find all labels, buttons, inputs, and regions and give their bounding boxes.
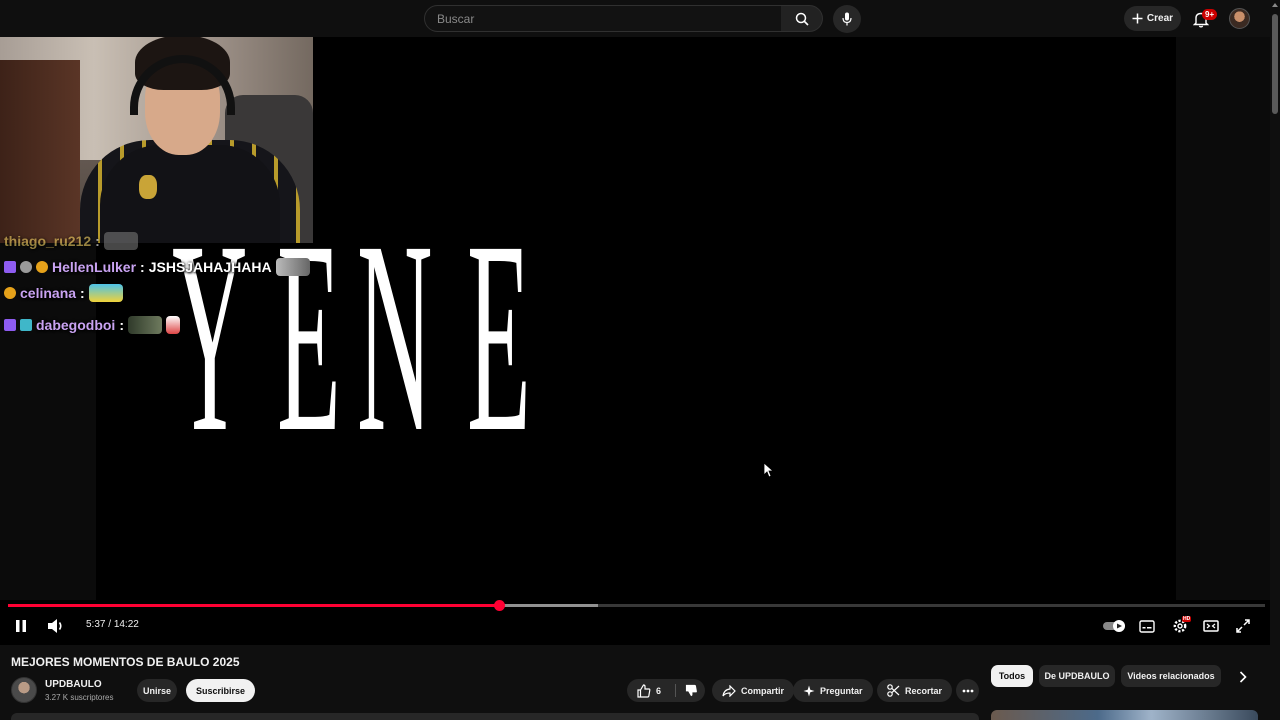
chat-message: dabegodboi : — [4, 316, 180, 334]
autoplay-toggle[interactable] — [1103, 618, 1127, 634]
chat-text: JSHSJAHAJHAHA — [148, 259, 272, 275]
more-actions-button[interactable] — [956, 679, 979, 702]
webcam-door — [0, 60, 80, 243]
progress-played — [8, 604, 500, 607]
chip-from-channel[interactable]: De UPDBAULO — [1039, 665, 1115, 687]
microphone-icon — [842, 12, 852, 26]
ask-label: Preguntar — [820, 685, 863, 696]
emote-icon — [103, 232, 138, 250]
video-title: MEJORES MOMENTOS DE BAULO 2025 — [11, 655, 240, 669]
related-video-thumbnail[interactable] — [991, 710, 1258, 720]
hd-badge: HD — [1182, 616, 1192, 622]
pause-button[interactable] — [12, 617, 30, 635]
voice-search-button[interactable] — [833, 5, 861, 33]
channel-avatar[interactable] — [11, 677, 37, 703]
gift-badge-icon — [20, 261, 32, 273]
tier-badge-icon — [20, 319, 32, 331]
dislike-button[interactable] — [677, 679, 705, 702]
subtitles-button[interactable] — [1138, 618, 1156, 634]
emote-icon — [128, 316, 162, 334]
like-count: 6 — [655, 685, 661, 696]
mouse-cursor-icon — [764, 463, 774, 477]
search-input[interactable] — [437, 6, 767, 31]
scrollbar-thumb[interactable] — [1272, 14, 1278, 114]
sub-badge-icon — [4, 261, 16, 273]
webcam-person-torso — [100, 145, 280, 243]
description-box[interactable] — [11, 713, 979, 720]
create-button[interactable]: Crear — [1124, 6, 1181, 31]
chat-username: HellenLulker — [52, 259, 137, 275]
emote-icon — [275, 258, 310, 276]
subtitles-icon — [1139, 619, 1155, 633]
share-label: Compartir — [741, 685, 785, 696]
like-divider — [675, 684, 676, 697]
chat-username: celinana — [20, 285, 77, 301]
emote-icon — [166, 316, 180, 334]
settings-button[interactable]: HD — [1170, 616, 1192, 636]
chat-username: thiago_ru212 — [4, 233, 92, 249]
subscriber-count: 3.27 K suscriptores — [45, 693, 114, 702]
chat-message: thiago_ru212 : — [4, 232, 138, 250]
fullscreen-button[interactable] — [1234, 617, 1252, 635]
thumbs-down-icon — [685, 684, 697, 697]
overlay-letter: N — [357, 185, 433, 489]
time-separator: / — [105, 619, 114, 630]
sub-badge-icon — [4, 319, 16, 331]
progress-bar[interactable] — [8, 600, 1265, 611]
video-player[interactable]: Y E N E thiago_ru212 : HellenLulker : JS… — [0, 0, 1280, 645]
progress-scrubber[interactable] — [494, 600, 506, 611]
chat-separator: : — [119, 317, 124, 333]
search-button[interactable] — [781, 5, 823, 32]
channel-name[interactable]: UPDBAULO — [45, 679, 102, 690]
share-icon — [722, 684, 736, 697]
emote-icon — [88, 284, 123, 302]
chips-next-button[interactable] — [1233, 667, 1253, 687]
chat-separator: : — [140, 259, 145, 275]
more-horizontal-icon — [962, 689, 973, 692]
chip-related[interactable]: Videos relacionados — [1121, 665, 1221, 687]
chat-message: HellenLulker : JSHSJAHAJHAHA — [4, 258, 310, 276]
chat-separator: : — [80, 285, 85, 301]
time-current: 5:37 — [86, 619, 106, 630]
overlay-letter: E — [467, 185, 531, 489]
plus-icon — [1132, 13, 1143, 24]
like-dislike-group: 6 — [627, 679, 705, 702]
expand-icon — [1236, 619, 1250, 633]
theater-mode-icon — [1203, 620, 1219, 632]
share-button[interactable]: Compartir — [712, 679, 795, 702]
subscribe-button[interactable]: Suscribirse — [186, 679, 255, 702]
chat-message: celinana : — [4, 284, 123, 302]
thumbs-up-icon — [637, 683, 651, 698]
level-badge-icon — [36, 261, 48, 273]
time-display: 5:37 / 14:22 — [86, 619, 139, 630]
search-icon — [795, 12, 809, 26]
level-badge-icon — [4, 287, 16, 299]
notifications-badge: 9+ — [1202, 9, 1218, 20]
like-button[interactable]: 6 — [627, 679, 671, 702]
create-label: Crear — [1146, 13, 1174, 24]
theater-mode-button[interactable] — [1202, 618, 1220, 634]
search-box[interactable] — [424, 5, 782, 32]
clip-label: Recortar — [905, 685, 943, 696]
volume-icon — [48, 619, 62, 633]
chat-username: dabegodboi — [36, 317, 116, 333]
ask-button[interactable]: Preguntar — [793, 679, 873, 702]
chat-separator: : — [95, 233, 100, 249]
scroll-up-icon[interactable] — [1272, 2, 1278, 8]
account-avatar[interactable] — [1229, 8, 1250, 29]
webcam-jersey-crest — [139, 175, 157, 199]
chevron-right-icon — [1239, 671, 1247, 683]
autoplay-toggle-icon — [1103, 620, 1125, 632]
clip-button[interactable]: Recortar — [877, 679, 953, 702]
volume-button[interactable] — [46, 617, 66, 635]
time-total: 14:22 — [113, 619, 139, 630]
join-button[interactable]: Unirse — [137, 679, 177, 702]
sparkle-icon — [803, 685, 815, 696]
chip-all[interactable]: Todos — [991, 665, 1033, 687]
pause-icon — [16, 620, 26, 632]
letterbox-right — [1176, 0, 1280, 600]
scissors-icon — [887, 684, 900, 697]
